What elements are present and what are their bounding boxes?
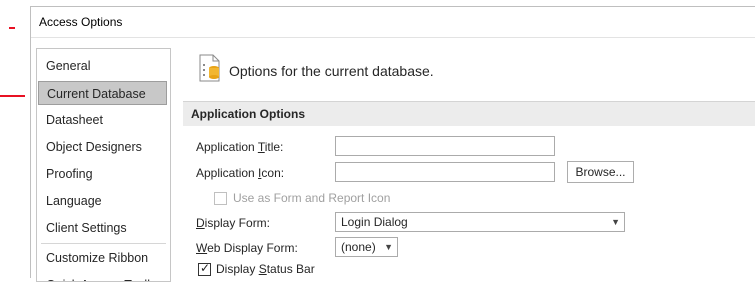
section-title: Application Options [191, 107, 305, 121]
checkmark-icon: ✓ [200, 261, 211, 275]
display-status-bar-label: Display Status Bar [216, 262, 315, 276]
application-title-input[interactable] [335, 136, 555, 156]
annotation-mark-title [9, 27, 15, 29]
nav-item-general[interactable]: General [38, 54, 167, 78]
annotation-mark-current-database [0, 95, 25, 97]
web-display-form-value: (none) [341, 240, 376, 254]
nav-item-object-designers[interactable]: Object Designers [38, 135, 167, 159]
access-key: W [196, 241, 208, 255]
chevron-down-icon: ▼ [611, 217, 620, 227]
display-form-select[interactable]: Login Dialog ▼ [335, 212, 625, 232]
nav-item-language[interactable]: Language [38, 189, 167, 213]
nav-item-customize-ribbon[interactable]: Customize Ribbon [38, 246, 167, 270]
access-key: T [257, 140, 265, 154]
window-title: Access Options [39, 15, 123, 29]
nav-item-datasheet[interactable]: Datasheet [38, 108, 167, 132]
label-part: Application [196, 166, 259, 180]
label-part: Display [216, 262, 259, 276]
database-options-icon [199, 54, 220, 82]
chevron-down-icon: ▼ [384, 242, 393, 252]
label-part: Application [196, 140, 258, 154]
nav-item-client-settings[interactable]: Client Settings [38, 216, 167, 240]
application-icon-input[interactable] [335, 162, 555, 182]
display-status-bar-checkbox[interactable]: ✓ [198, 261, 211, 276]
nav-separator [41, 243, 166, 244]
access-options-window: Access Options General Current Database … [30, 6, 755, 284]
nav-item-quick-access-toolbar[interactable]: Quick Access Toolbar [38, 273, 167, 281]
application-icon-label: Application Icon: [196, 166, 284, 180]
title-bar: Access Options [31, 7, 755, 38]
access-key: D [196, 216, 205, 230]
label-part: eb Display Form: [207, 241, 298, 255]
use-as-form-icon-label: Use as Form and Report Icon [233, 191, 391, 205]
access-key: S [258, 262, 267, 276]
application-title-label: Application Title: [196, 140, 283, 154]
web-display-form-label: Web Display Form: [196, 241, 298, 255]
nav-item-proofing[interactable]: Proofing [38, 162, 167, 186]
options-content: Options for the current database. Applic… [173, 46, 755, 284]
browse-button[interactable]: Browse... [567, 161, 634, 183]
display-form-value: Login Dialog [341, 215, 408, 229]
page-title: Options for the current database. [229, 63, 434, 79]
nav-item-current-database[interactable]: Current Database [38, 81, 167, 105]
label-part: tatus Bar [266, 262, 315, 276]
use-as-form-icon-checkbox[interactable] [214, 192, 227, 205]
label-part: con: [261, 166, 285, 180]
display-form-label: Display Form: [196, 216, 270, 230]
section-header-application-options: Application Options [183, 101, 755, 126]
options-nav: General Current Database Datasheet Objec… [36, 48, 171, 282]
label-part: itle: [264, 140, 284, 154]
web-display-form-select[interactable]: (none) ▼ [335, 237, 398, 257]
label-part: isplay Form: [204, 216, 271, 230]
